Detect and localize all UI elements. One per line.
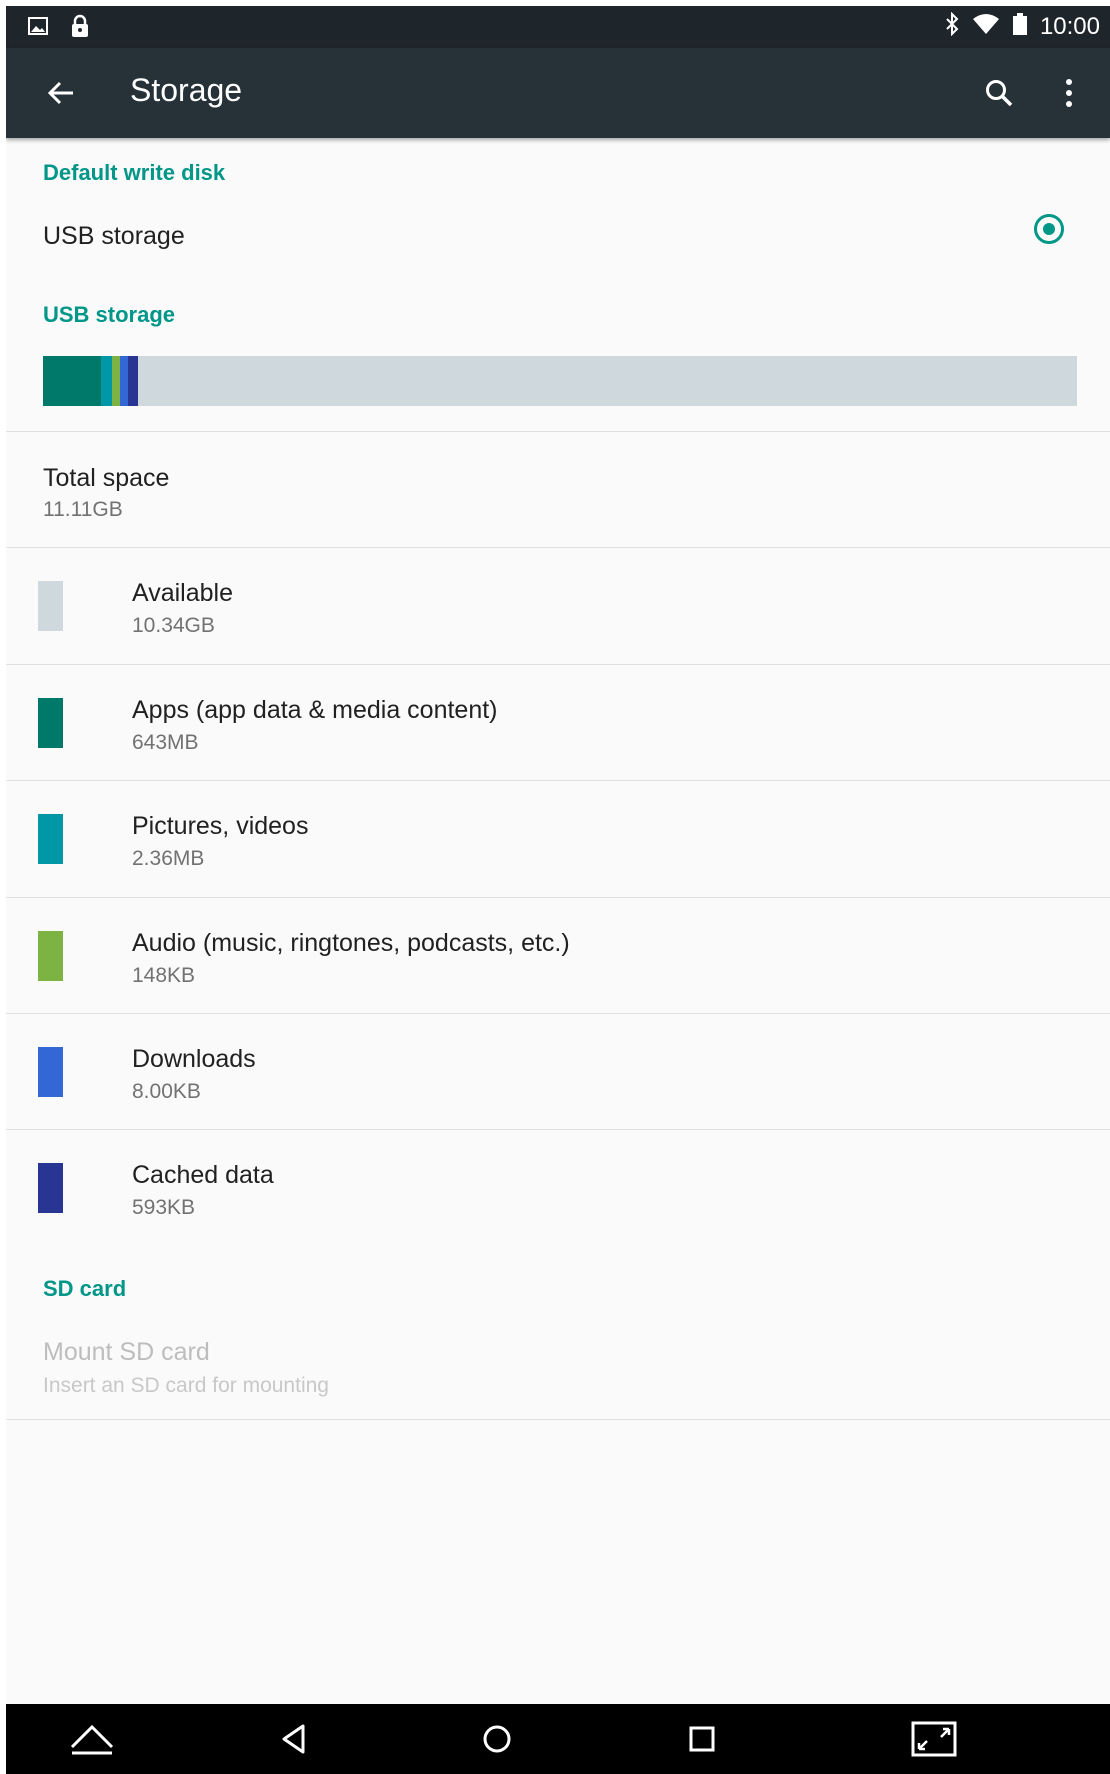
usb-storage-option-label: USB storage xyxy=(43,222,185,250)
screen-resize-icon[interactable] xyxy=(910,1716,958,1762)
category-row-pictures-videos[interactable]: Pictures, videos 2.36MB xyxy=(6,781,1110,896)
usage-segment xyxy=(120,356,128,406)
settings-screen: 10:00 Storage Default write disk USB sto… xyxy=(6,6,1110,1774)
category-label: Apps (app data & media content) xyxy=(132,696,498,724)
category-swatch xyxy=(38,931,63,981)
category-row-apps[interactable]: Apps (app data & media content) 643MB xyxy=(6,665,1110,780)
section-header-usb-storage: USB storage xyxy=(43,302,176,327)
more-vert-icon[interactable] xyxy=(1046,70,1092,116)
total-space-label: Total space xyxy=(43,464,170,492)
category-size: 10.34GB xyxy=(132,614,215,637)
bluetooth-icon xyxy=(944,11,960,41)
back-arrow-icon[interactable] xyxy=(38,70,84,116)
category-swatch xyxy=(38,581,63,631)
category-size: 148KB xyxy=(132,964,196,987)
category-size: 643MB xyxy=(132,731,199,754)
category-label: Pictures, videos xyxy=(132,812,309,840)
category-row-audio[interactable]: Audio (music, ringtones, podcasts, etc.)… xyxy=(6,898,1110,1013)
section-header-sd-card: SD card xyxy=(43,1276,127,1301)
usage-segment xyxy=(101,356,112,406)
category-row-downloads[interactable]: Downloads 8.00KB xyxy=(6,1014,1110,1129)
category-label: Cached data xyxy=(132,1161,274,1189)
usb-storage-option[interactable]: USB storage xyxy=(6,196,1110,266)
recents-icon[interactable] xyxy=(678,1716,726,1762)
category-swatch xyxy=(38,1047,63,1097)
mount-sd-card-label: Mount SD card xyxy=(43,1338,210,1366)
status-time: 10:00 xyxy=(1039,12,1100,40)
mount-sd-card-item[interactable]: Mount SD card Insert an SD card for moun… xyxy=(6,1306,1110,1424)
home-up-icon[interactable] xyxy=(68,1716,116,1762)
lock-icon xyxy=(70,14,90,43)
page-title: Storage xyxy=(130,72,243,108)
category-size: 8.00KB xyxy=(132,1080,201,1103)
usage-segment xyxy=(43,356,101,406)
category-label: Available xyxy=(132,579,234,607)
category-size: 593KB xyxy=(132,1196,196,1219)
search-icon[interactable] xyxy=(976,70,1022,116)
radio-selected-dot xyxy=(1043,223,1055,235)
category-size: 2.36MB xyxy=(132,847,205,870)
divider xyxy=(6,1419,1110,1420)
category-swatch xyxy=(38,1163,63,1213)
battery-icon xyxy=(1012,12,1028,41)
mount-sd-card-hint: Insert an SD card for mounting xyxy=(43,1374,329,1397)
total-space-value: 11.11GB xyxy=(43,498,123,521)
picture-icon xyxy=(28,17,48,40)
category-row-cached-data[interactable]: Cached data 593KB xyxy=(6,1130,1110,1245)
total-space-row: Total space 11.11GB xyxy=(6,432,1110,547)
category-label: Audio (music, ringtones, podcasts, etc.) xyxy=(132,929,570,957)
wifi-icon xyxy=(972,13,1000,40)
storage-usage-bar xyxy=(43,356,1077,406)
status-bar: 10:00 xyxy=(6,6,1110,48)
home-icon[interactable] xyxy=(473,1716,521,1762)
category-label: Downloads xyxy=(132,1045,256,1073)
section-header-default-write-disk: Default write disk xyxy=(43,160,226,185)
usage-segment xyxy=(128,356,138,406)
usb-storage-radio[interactable] xyxy=(1034,214,1064,244)
app-bar: Storage xyxy=(6,48,1110,138)
category-swatch xyxy=(38,698,63,748)
back-icon[interactable] xyxy=(270,1716,318,1762)
category-row-available[interactable]: Available 10.34GB xyxy=(6,548,1110,663)
usage-segment xyxy=(112,356,120,406)
category-swatch xyxy=(38,814,63,864)
navigation-bar xyxy=(6,1704,1110,1774)
